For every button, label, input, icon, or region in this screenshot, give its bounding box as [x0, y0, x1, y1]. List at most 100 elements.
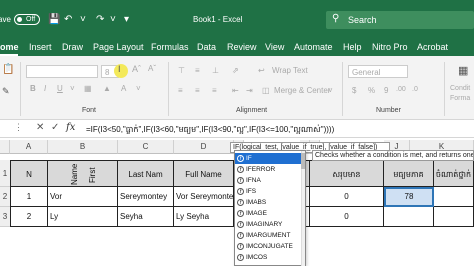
undo-icon[interactable]: ↶ [64, 14, 72, 26]
save-icon[interactable]: 💾 [48, 14, 60, 26]
column-header-d[interactable]: D [174, 140, 234, 154]
scrollbar-thumb[interactable] [301, 153, 305, 169]
increase-font-icon[interactable]: Aˆ [132, 64, 141, 74]
currency-icon[interactable]: $ [352, 86, 356, 95]
align-bottom-icon[interactable]: ⊥ [212, 66, 219, 75]
cell-header-name[interactable]: Name First [48, 160, 118, 187]
cell-header-last-name[interactable]: Last Nam [118, 160, 174, 187]
chevron-down-icon[interactable]: ˅ [136, 84, 141, 93]
row-header-3[interactable]: 3 [0, 207, 10, 227]
align-middle-icon[interactable]: ≡ [195, 66, 200, 75]
tab-page-layout[interactable]: Page Layout [93, 42, 144, 52]
increase-indent-icon[interactable]: ⇥ [246, 86, 253, 95]
tab-acrobat[interactable]: Acrobat [417, 42, 448, 52]
italic-icon[interactable]: I [44, 84, 46, 93]
list-item[interactable]: f IMCOS [235, 252, 303, 263]
tab-view[interactable]: View [265, 42, 284, 52]
table-row-2-average[interactable] [384, 207, 434, 227]
font-name-select[interactable] [26, 65, 98, 78]
table-row-2-total[interactable]: 0 [310, 207, 384, 227]
cell-header-n[interactable]: N [10, 160, 48, 187]
underline-icon[interactable]: U [57, 84, 63, 93]
conditional-formatting-icon[interactable]: ▦ [458, 64, 468, 77]
cell-header-total[interactable]: សរុបមាន [310, 160, 384, 187]
table-row-1-first[interactable]: Vor [48, 187, 118, 207]
merge-center-button[interactable]: Merge & Center [274, 86, 330, 95]
tab-insert[interactable]: Insert [29, 42, 52, 52]
table-row-2-last[interactable]: Seyha [118, 207, 174, 227]
table-row-2-first[interactable]: Ly [48, 207, 118, 227]
dropdown-scrollbar[interactable] [301, 151, 305, 266]
list-item[interactable]: f IFNA [235, 175, 303, 186]
list-item[interactable]: f IMAGE [235, 208, 303, 219]
tab-data[interactable]: Data [197, 42, 216, 52]
select-all-corner[interactable] [0, 140, 10, 154]
borders-icon[interactable]: ▦ [84, 84, 92, 93]
table-row-1-total[interactable]: 0 [310, 187, 384, 207]
autosave-toggle[interactable]: Off [14, 14, 40, 25]
paste-icon[interactable]: 📋 [2, 64, 14, 75]
table-row-1-grade[interactable] [434, 187, 474, 207]
chevron-down-icon[interactable]: ˅ [328, 86, 333, 95]
function-autocomplete-list[interactable]: f IF f IFERROR f IFNA f IFS f IMABS f IMAGE fI… [234, 150, 306, 266]
customize-qat-icon[interactable]: ▾ [124, 14, 129, 26]
decrease-decimal-icon[interactable]: .0 [412, 86, 418, 93]
table-row-2-grade[interactable] [434, 207, 474, 227]
align-top-icon[interactable]: ⊤ [178, 66, 185, 75]
row-header-1[interactable]: 1 [0, 160, 10, 187]
chevron-down-icon[interactable]: ˅ [80, 14, 86, 26]
cell-header-full-name[interactable]: Full Name [174, 160, 234, 187]
column-header-c[interactable]: C [118, 140, 174, 154]
percent-icon[interactable]: % [368, 86, 375, 95]
align-center-icon[interactable]: ≡ [195, 86, 200, 95]
orientation-icon[interactable]: ⇗ [232, 66, 239, 75]
fill-color-icon[interactable]: ▲ [103, 84, 111, 93]
list-item[interactable]: f IFS [235, 186, 303, 197]
list-item[interactable]: f IMARGUMENT [235, 230, 303, 241]
tab-help[interactable]: Help [343, 42, 362, 52]
list-item[interactable]: f IF [235, 153, 303, 164]
table-row-1-n[interactable]: 1 [10, 187, 48, 207]
redo-icon[interactable]: ↷ [96, 14, 104, 26]
list-item[interactable]: f IFERROR [235, 164, 303, 175]
tab-draw[interactable]: Draw [62, 42, 83, 52]
more-options-icon[interactable]: ⋮ [14, 122, 23, 133]
list-item[interactable]: f IMAGINARY [235, 219, 303, 230]
table-row-2-full[interactable]: Ly Seyha [174, 207, 234, 227]
tab-automate[interactable]: Automate [294, 42, 333, 52]
font-color-icon[interactable]: A [121, 84, 126, 93]
decrease-font-icon[interactable]: Aˇ [148, 64, 156, 73]
align-right-icon[interactable]: ≡ [212, 86, 217, 95]
formula-input[interactable]: =IF(I3<50,"ធ្លាក់",IF(I3<60,"មធ្យម",IF(I… [86, 124, 334, 136]
cell-header-average[interactable]: មធ្យមភាគ [384, 160, 434, 187]
table-row-2-n[interactable]: 2 [10, 207, 48, 227]
cell-header-grade[interactable]: ចំណាត់ថ្នាក់ [434, 160, 474, 187]
tab-nitro-pro[interactable]: Nitro Pro [372, 42, 408, 52]
row-header-2[interactable]: 2 [0, 187, 10, 207]
column-header-a[interactable]: A [10, 140, 48, 154]
table-row-1-full[interactable]: Vor Sereymontey [174, 187, 234, 207]
wrap-text-button[interactable]: Wrap Text [272, 66, 308, 75]
column-header-b[interactable]: B [48, 140, 118, 154]
chevron-down-icon[interactable]: ˅ [110, 14, 116, 26]
cancel-icon[interactable]: ✕ [36, 122, 44, 133]
enter-icon[interactable]: ✓ [51, 122, 59, 133]
tab-review[interactable]: Review [227, 42, 257, 52]
tab-home[interactable]: ome [0, 42, 19, 52]
comma-icon[interactable]: 9 [384, 86, 388, 95]
decrease-indent-icon[interactable]: ⇤ [232, 86, 239, 95]
table-row-1-average[interactable]: 78 [384, 187, 434, 207]
merge-icon[interactable]: ◫ [262, 86, 270, 95]
chevron-down-icon[interactable]: ˅ [70, 84, 75, 93]
insert-function-icon[interactable]: fx [66, 122, 75, 133]
wrap-text-icon[interactable]: ↩ [258, 66, 265, 75]
number-format-select[interactable]: General [348, 65, 408, 78]
search-input[interactable]: ⚲ Search [326, 11, 474, 29]
list-item[interactable]: f IMABS [235, 197, 303, 208]
bold-icon[interactable]: B [30, 84, 36, 93]
table-row-1-last[interactable]: Sereymontey [118, 187, 174, 207]
list-item[interactable]: f IMCONJUGATE [235, 241, 303, 252]
format-painter-icon[interactable]: ✎ [2, 86, 10, 97]
tab-formulas[interactable]: Formulas [151, 42, 189, 52]
conditional-formatting-button[interactable]: Condit Forma [450, 84, 474, 104]
